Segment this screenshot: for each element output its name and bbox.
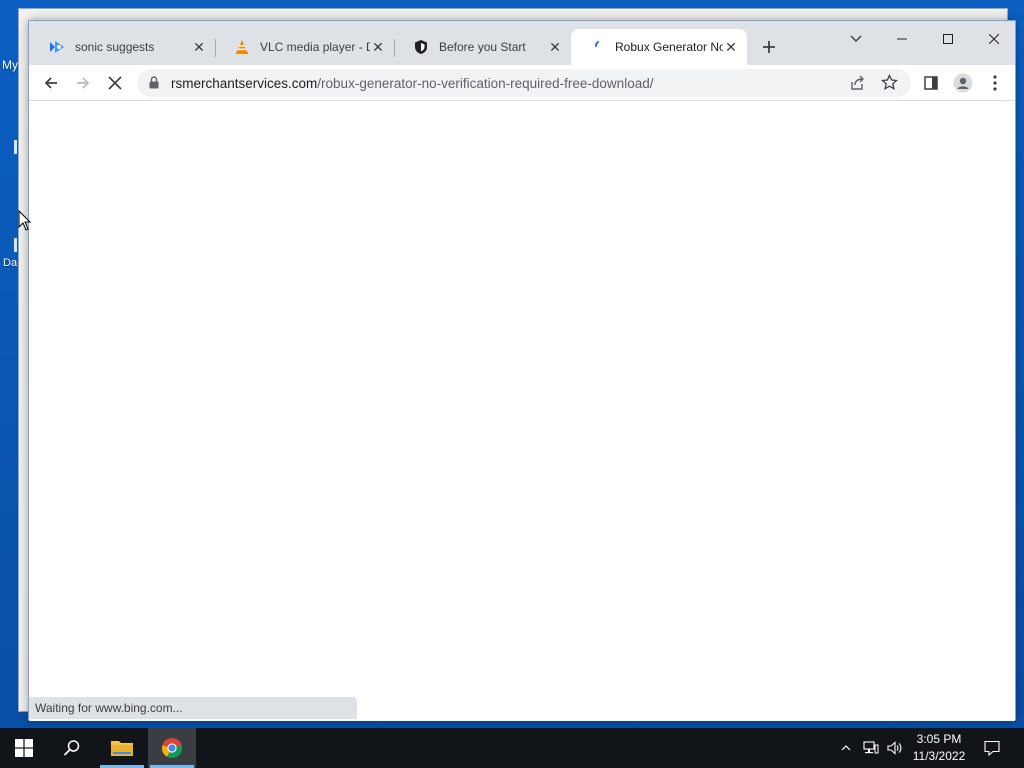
desktop-icon-fragment[interactable] [14,140,17,154]
browser-toolbar: rsmerchantservices.com/robux-generator-n… [29,65,1015,101]
loading-spinner-icon [589,39,605,55]
menu-button[interactable] [981,69,1009,97]
url-path: /robux-generator-no-verification-require… [317,76,654,91]
tab-search-button[interactable] [833,25,879,53]
minimize-icon [897,38,907,40]
tab-before-you-start[interactable]: Before you Start ✕ [395,29,571,65]
tab-robux-generator[interactable]: Robux Generator No ✕ [571,29,747,65]
taskbar: 3:05 PM 11/3/2022 [0,728,1024,768]
tab-vlc-media-player[interactable]: VLC media player - D ✕ [216,29,394,65]
network-icon [863,741,879,754]
url-text[interactable]: rsmerchantservices.com/robux-generator-n… [171,76,653,91]
shield-favicon-icon [413,39,429,55]
minimize-button[interactable] [879,25,925,53]
side-panel-icon [924,76,938,90]
desktop-icon-label[interactable]: My [2,58,18,72]
tab-close-icon[interactable]: ✕ [370,39,386,55]
page-content[interactable] [29,102,1015,721]
taskbar-clock[interactable]: 3:05 PM 11/3/2022 [900,731,978,765]
tab-sonic-suggests[interactable]: sonic suggests ✕ [31,29,215,65]
chrome-taskbar-button[interactable] [148,728,196,768]
chevron-up-icon [841,745,851,751]
tab-close-icon[interactable]: ✕ [191,39,207,55]
lock-icon[interactable] [149,76,159,92]
maximize-button[interactable] [925,25,971,53]
start-button[interactable] [0,728,48,768]
profile-avatar-icon [953,73,973,93]
share-icon[interactable] [849,75,865,94]
tab-close-icon[interactable]: ✕ [547,39,563,55]
chevron-down-icon [850,35,862,42]
close-window-button[interactable] [971,25,1017,53]
network-button[interactable] [860,728,882,768]
tab-title: Before you Start [439,40,526,54]
notification-icon [984,740,1000,756]
desktop-icon-fragment[interactable] [14,238,17,252]
tab-strip: sonic suggests ✕ VLC media player - D ✕ … [29,21,1015,65]
profile-button[interactable] [949,69,977,97]
browser-window: sonic suggests ✕ VLC media player - D ✕ … [28,20,1016,721]
plus-icon [763,41,775,53]
clock-time: 3:05 PM [916,732,962,746]
back-button[interactable] [37,69,65,97]
forward-button[interactable] [69,69,97,97]
folder-icon [111,741,133,756]
arrow-right-icon [77,77,90,89]
show-hidden-icons-button[interactable] [836,728,856,768]
bookmark-star-icon[interactable] [880,73,899,94]
search-button[interactable] [48,728,96,768]
close-icon [108,76,122,90]
maximize-icon [943,34,953,44]
tab-title: sonic suggests [75,40,155,54]
url-domain: rsmerchantservices.com [171,76,318,91]
arrow-left-icon [44,77,57,89]
vlc-cone-favicon-icon [234,39,250,55]
side-panel-button[interactable] [917,69,945,97]
sonic-favicon-icon [49,39,65,55]
tab-title: VLC media player - D [260,40,370,54]
status-bubble: Waiting for www.bing.com... [29,697,357,719]
stop-loading-button[interactable] [101,69,129,97]
search-icon [63,740,80,756]
desktop-icon-label[interactable]: Da [3,257,17,269]
kebab-menu-icon [993,75,997,91]
clock-date: 11/3/2022 [912,749,966,763]
close-icon [989,34,999,44]
chrome-logo-icon [161,738,183,759]
file-explorer-button[interactable] [98,728,146,768]
mouse-cursor-icon [18,209,32,235]
tab-close-icon[interactable]: ✕ [723,39,739,55]
address-bar[interactable]: rsmerchantservices.com/robux-generator-n… [137,69,911,97]
tab-title: Robux Generator No [615,40,723,54]
action-center-button[interactable] [980,728,1004,768]
windows-logo-icon [15,739,33,757]
new-tab-button[interactable] [759,37,779,57]
